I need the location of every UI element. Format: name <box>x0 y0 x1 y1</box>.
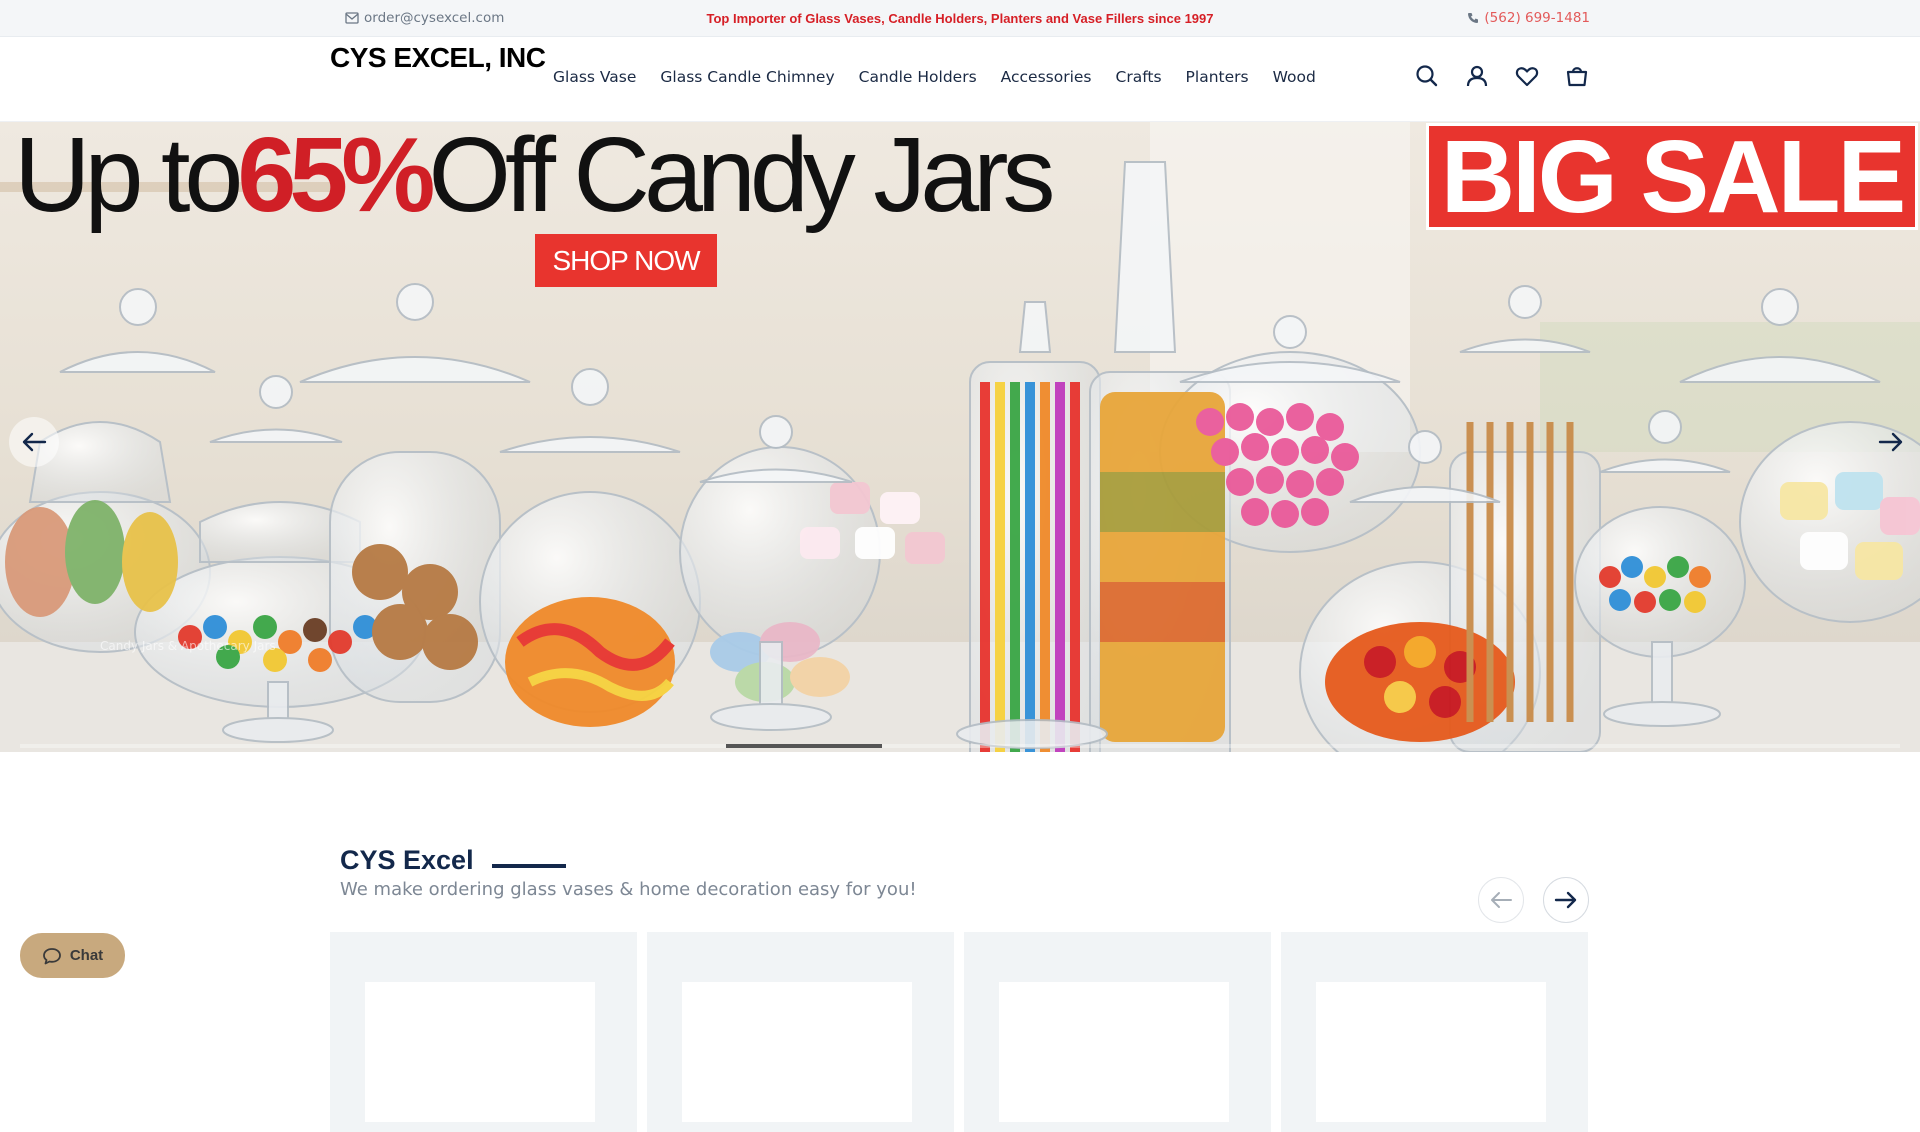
hero-next-button[interactable] <box>1866 417 1916 467</box>
wishlist-heart-icon[interactable] <box>1514 63 1540 89</box>
section-subtitle: We make ordering glass vases & home deco… <box>340 879 917 900</box>
category-card-image <box>682 982 912 1122</box>
nav-item-accessories[interactable]: Accessories <box>1001 68 1092 86</box>
shop-now-button[interactable]: SHOP NOW <box>535 234 717 287</box>
arrow-right-icon <box>1878 432 1903 452</box>
category-cards <box>330 932 1588 1132</box>
carousel-prev-button[interactable] <box>1478 877 1524 923</box>
site-logo[interactable]: CYS EXCEL, INC <box>330 42 546 74</box>
nav-item-planters[interactable]: Planters <box>1186 68 1249 86</box>
shopping-bag-icon[interactable] <box>1564 63 1590 89</box>
arrow-left-icon <box>22 432 47 452</box>
big-sale-badge: BIG SALE <box>1426 122 1918 234</box>
nav-item-wood[interactable]: Wood <box>1273 68 1316 86</box>
category-card-image <box>1316 982 1546 1122</box>
category-card[interactable] <box>1281 932 1588 1132</box>
section-title: CYS Excel <box>340 845 474 875</box>
account-icon[interactable] <box>1464 63 1490 89</box>
category-card-image <box>365 982 595 1122</box>
category-card-image <box>999 982 1229 1122</box>
category-card[interactable] <box>647 932 954 1132</box>
phone-icon <box>1468 13 1479 23</box>
nav-item-glass-candle-chimney[interactable]: Glass Candle Chimney <box>660 68 834 86</box>
chat-label: Chat <box>69 947 104 964</box>
chat-bubble-icon <box>42 947 61 964</box>
hero-headline-percent: 65% <box>237 122 435 234</box>
topbar-phone[interactable]: (562) 699-1481 <box>1467 10 1590 26</box>
hero-banner[interactable]: Up to65%Off Candy Jars SHOP NOW BIG SALE… <box>0 122 1920 752</box>
hero-slide-progress[interactable] <box>20 744 1900 748</box>
site-header: CYS EXCEL, INC Glass Vase Glass Candle C… <box>0 37 1920 122</box>
topbar-phone-text[interactable]: (562) 699-1481 <box>1484 10 1590 26</box>
nav-item-candle-holders[interactable]: Candle Holders <box>859 68 977 86</box>
main-nav: Glass Vase Glass Candle Chimney Candle H… <box>553 68 1340 86</box>
hero-caption: Candy Jars & Apothecary Jars <box>100 639 276 653</box>
hero-headline-post: Off Candy Jars <box>428 122 1056 234</box>
topbar-tagline: Top Importer of Glass Vases, Candle Hold… <box>706 11 1214 26</box>
hero-prev-button[interactable] <box>9 417 59 467</box>
category-card[interactable] <box>330 932 637 1132</box>
nav-item-crafts[interactable]: Crafts <box>1116 68 1162 86</box>
chat-button[interactable]: Chat <box>20 933 125 978</box>
category-card[interactable] <box>964 932 1271 1132</box>
nav-item-glass-vase[interactable]: Glass Vase <box>553 68 636 86</box>
hero-headline: Up to65%Off Candy Jars <box>14 122 1056 228</box>
top-bar: order@cysexcel.com Top Importer of Glass… <box>0 0 1920 37</box>
carousel-next-button[interactable] <box>1543 877 1589 923</box>
arrow-right-icon <box>1554 891 1577 909</box>
hero-slide-progress-fill <box>725 744 883 748</box>
search-icon[interactable] <box>1414 63 1440 89</box>
arrow-left-icon <box>1491 892 1512 908</box>
header-icons <box>1414 63 1590 89</box>
section-title-underline <box>492 864 566 868</box>
hero-headline-pre: Up to <box>14 122 243 234</box>
